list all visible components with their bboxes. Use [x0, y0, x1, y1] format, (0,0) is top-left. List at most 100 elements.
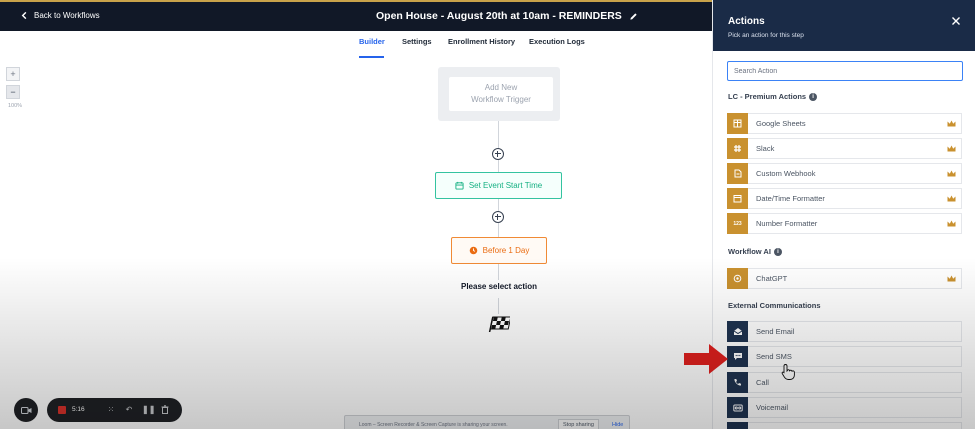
number-icon: 123 [727, 213, 748, 234]
phone-icon [727, 372, 748, 393]
action-chatgpt[interactable]: ChatGPT [727, 268, 962, 289]
step-set-event-start-time[interactable]: Set Event Start Time [435, 172, 562, 199]
drawing-tool-icon[interactable]: ⁙ [106, 405, 116, 415]
active-tab-indicator [359, 56, 384, 58]
action-label: Send SMS [756, 352, 792, 361]
workflow-builder-screen: Back to Workflows Open House - August 20… [0, 0, 975, 429]
connector-line [498, 160, 499, 172]
action-send-sms[interactable]: Send SMS [727, 346, 962, 367]
video-camera-icon [20, 406, 31, 414]
action-voicemail[interactable]: Voicemail [727, 397, 962, 418]
sms-icon [727, 346, 748, 367]
trash-icon[interactable] [160, 405, 170, 415]
annotation-arrow-icon [684, 344, 728, 374]
calendar-icon [455, 181, 464, 190]
crown-icon [947, 170, 956, 177]
action-label: Number Formatter [756, 219, 818, 228]
section-external-communications: External Communications [728, 301, 821, 310]
sheets-icon [727, 113, 748, 134]
action-date-time-formatter[interactable]: Date/Time Formatter [727, 188, 962, 209]
actions-panel: Actions Pick an action for this step LC … [712, 0, 975, 429]
slack-icon [727, 138, 748, 159]
search-action-input[interactable] [727, 61, 963, 81]
connector-line [498, 298, 499, 314]
crown-icon [947, 220, 956, 227]
voicemail-icon [727, 397, 748, 418]
webhook-icon [727, 163, 748, 184]
workflow-title: Open House - August 20th at 10am - REMIN… [376, 10, 638, 22]
chevron-left-icon [21, 11, 27, 20]
action-label: Voicemail [756, 403, 789, 412]
action-send-email[interactable]: Send Email [727, 321, 962, 342]
action-label: ChatGPT [756, 274, 788, 283]
action-call[interactable]: Call [727, 372, 962, 393]
connector-line [498, 223, 499, 237]
info-icon[interactable]: i [773, 247, 782, 256]
connector-line [498, 121, 499, 148]
stop-sharing-button[interactable]: Stop sharing [558, 419, 599, 429]
info-icon[interactable]: i [809, 92, 818, 101]
hand-pointer-cursor-icon [781, 364, 795, 380]
crown-icon [947, 195, 956, 202]
finish-flag-icon [488, 316, 510, 332]
tab-settings[interactable]: Settings [402, 37, 432, 46]
section-title: LC - Premium Actions [728, 92, 807, 101]
panel-title: Actions [728, 16, 765, 27]
tab-enrollment-history[interactable]: Enrollment History [448, 37, 515, 46]
section-workflow-ai: Workflow AI i [728, 247, 782, 256]
action-label: Google Sheets [756, 119, 806, 128]
zoom-out-button[interactable]: − [6, 85, 20, 99]
workflow-title-text: Open House - August 20th at 10am - REMIN… [376, 10, 622, 22]
trigger-line-1: Add New [484, 83, 518, 92]
step-label: Before 1 Day [482, 246, 530, 255]
connector-line [498, 199, 499, 211]
tab-execution-logs[interactable]: Execution Logs [529, 37, 585, 46]
action-label: Custom Webhook [756, 169, 816, 178]
action-google-sheets[interactable]: Google Sheets [727, 113, 962, 134]
chatgpt-icon [727, 268, 748, 289]
section-title: Workflow AI [728, 247, 771, 256]
action-icon [727, 422, 748, 429]
step-before-1-day[interactable]: Before 1 Day [451, 237, 547, 264]
add-step-plus-icon[interactable] [492, 211, 504, 223]
screen-sharing-banner: Loom – Screen Recorder & Screen Capture … [344, 415, 630, 429]
close-icon[interactable] [949, 14, 963, 28]
action-custom-webhook[interactable]: Custom Webhook [727, 163, 962, 184]
builder-tabs: Builder Settings Enrollment History Exec… [0, 37, 712, 57]
zoom-level: 100% [8, 103, 23, 109]
select-action-prompt: Please select action [461, 282, 538, 291]
zoom-in-button[interactable]: + [6, 67, 20, 81]
add-step-plus-icon[interactable] [492, 148, 504, 160]
step-label: Set Event Start Time [468, 181, 543, 190]
panel-header: Actions Pick an action for this step [713, 0, 975, 51]
email-icon [727, 321, 748, 342]
back-to-workflows-link[interactable]: Back to Workflows [20, 11, 100, 20]
sharing-text: Loom – Screen Recorder & Screen Capture … [359, 422, 508, 428]
trigger-line-2: Workflow Trigger [471, 95, 531, 104]
section-title: External Communications [728, 301, 821, 310]
stop-recording-button[interactable] [58, 406, 66, 414]
crown-icon [947, 145, 956, 152]
camera-toggle-button[interactable] [14, 398, 38, 422]
pencil-edit-icon[interactable] [629, 12, 638, 21]
action-label: Date/Time Formatter [756, 194, 825, 203]
connector-line [498, 264, 499, 280]
crown-icon [947, 120, 956, 127]
action-label: Send Email [756, 327, 795, 336]
action-number-formatter[interactable]: 123 Number Formatter [727, 213, 962, 234]
crown-icon [947, 275, 956, 282]
action-slack[interactable]: Slack [727, 138, 962, 159]
hide-banner-link[interactable]: Hide [612, 422, 623, 428]
undo-icon[interactable]: ↶ [124, 405, 134, 415]
recording-time: 5:16 [72, 406, 85, 413]
action-next-item[interactable] [727, 422, 962, 429]
section-premium-actions: LC - Premium Actions i [728, 92, 818, 101]
clock-icon [469, 246, 477, 255]
action-label: Slack [756, 144, 775, 153]
back-label: Back to Workflows [34, 11, 100, 20]
calendar-icon [727, 188, 748, 209]
panel-subtitle: Pick an action for this step [728, 32, 804, 39]
pause-icon[interactable]: ❚❚ [142, 405, 155, 415]
add-workflow-trigger-button[interactable]: Add New Workflow Trigger [449, 77, 553, 111]
tab-builder[interactable]: Builder [359, 37, 385, 46]
